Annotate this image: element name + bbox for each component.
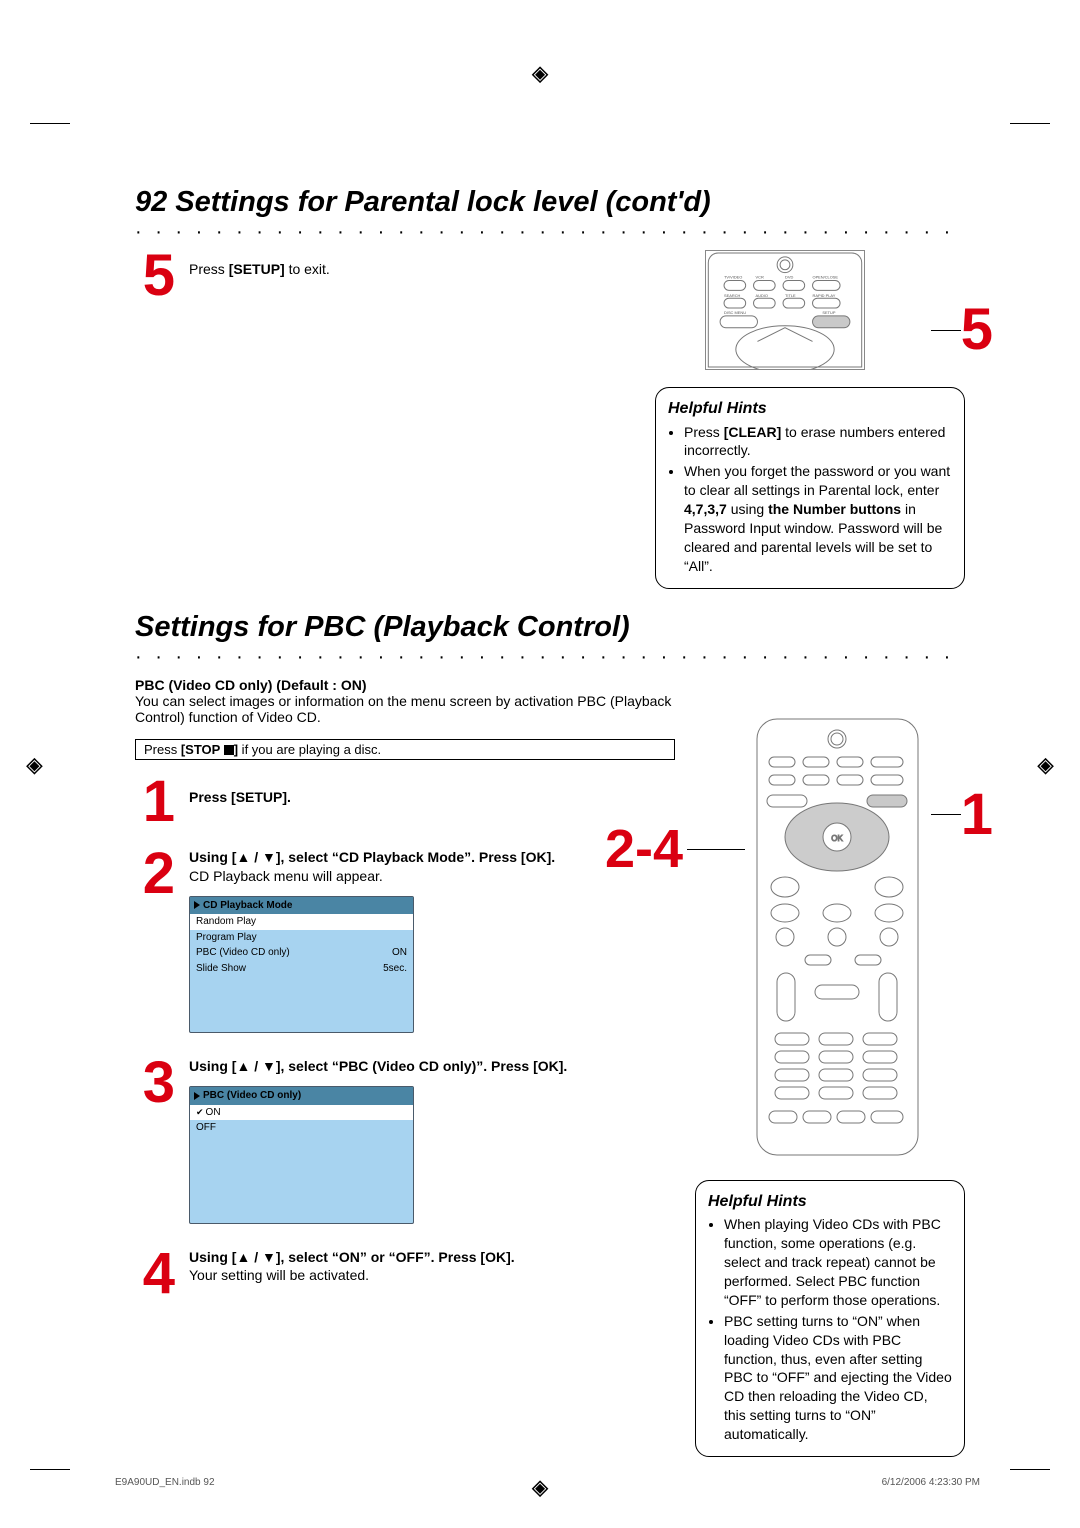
- step-number: 2: [135, 848, 175, 900]
- dotted-rule: · · · · · · · · · · · · · · · · · · · · …: [135, 646, 965, 669]
- footer-left: E9A90UD_EN.indb 92: [115, 1477, 215, 1488]
- step-5: 5 Press [SETUP] to exit.: [135, 250, 635, 302]
- step-2: 2 Using [▲ / ▼], select “CD Playback Mod…: [135, 848, 675, 1033]
- remote-callout-2-4: 2-4: [605, 825, 683, 874]
- note-press-stop: Press [STOP ] if you are playing a disc.: [135, 739, 675, 760]
- step-number: 5: [135, 250, 175, 302]
- step-number: 3: [135, 1057, 175, 1109]
- step-3: 3 Using [▲ / ▼], select “PBC (Video CD o…: [135, 1057, 675, 1223]
- helpful-hints-box-1: Helpful Hints Press [CLEAR] to erase num…: [655, 387, 965, 589]
- remote-callout-5: 5: [961, 304, 993, 356]
- remote-callout-1: 1: [961, 789, 993, 841]
- svg-text:DISC MENU: DISC MENU: [724, 310, 746, 315]
- helpful-hint-item: When you forget the password or you want…: [684, 462, 952, 575]
- svg-text:OK: OK: [831, 834, 843, 843]
- helpful-hint-item: Press [CLEAR] to erase numbers entered i…: [684, 423, 952, 461]
- step-number: 1: [135, 776, 175, 828]
- step-text: CD Playback menu will appear.: [189, 868, 383, 884]
- triangle-icon: [194, 901, 200, 909]
- helpful-hint-item: When playing Video CDs with PBC function…: [724, 1215, 952, 1309]
- osd-row: Program Play: [190, 930, 413, 946]
- svg-text:SETUP: SETUP: [822, 310, 835, 315]
- crop-mark: [1010, 1469, 1050, 1470]
- svg-text:AUDIO: AUDIO: [756, 293, 768, 298]
- osd-cd-playback-mode: CD Playback Mode Random Play Program Pla…: [189, 896, 414, 1034]
- step-text: Press [SETUP].: [189, 789, 291, 805]
- osd-row: Random Play: [190, 914, 413, 930]
- crop-mark: [30, 1469, 70, 1470]
- step-1: 1 Press [SETUP].: [135, 776, 675, 828]
- stop-icon: [224, 745, 234, 755]
- svg-text:TV/VIDEO: TV/VIDEO: [724, 275, 742, 280]
- svg-text:DVD: DVD: [785, 275, 793, 280]
- step-4: 4 Using [▲ / ▼], select “ON” or “OFF”. P…: [135, 1248, 675, 1300]
- helpful-hint-item: PBC setting turns to “ON” when loading V…: [724, 1312, 952, 1444]
- helpful-hints-box-2: Helpful Hints When playing Video CDs wit…: [695, 1180, 965, 1457]
- svg-text:RAPID PLAY: RAPID PLAY: [813, 293, 836, 298]
- footer-right: 6/12/2006 4:23:30 PM: [882, 1477, 980, 1488]
- helpful-hints-title: Helpful Hints: [708, 1191, 952, 1213]
- svg-text:VCR: VCR: [756, 275, 764, 280]
- registration-mark-right: ◈: [1037, 748, 1054, 781]
- osd-row: ON: [190, 1105, 413, 1121]
- dotted-rule: · · · · · · · · · · · · · · · · · · · · …: [135, 221, 965, 244]
- remote-illustration-top: TV/VIDEO VCR DVD OPEN/CLOSE SEARCH AUDIO…: [705, 250, 865, 370]
- svg-text:TITLE: TITLE: [785, 293, 796, 298]
- helpful-hints-title: Helpful Hints: [668, 398, 952, 420]
- triangle-icon: [194, 1092, 200, 1100]
- osd-row: Slide Show5sec.: [190, 961, 413, 977]
- step-number: 4: [135, 1248, 175, 1300]
- step-bold: [SETUP]: [229, 261, 285, 277]
- osd-row: PBC (Video CD only)ON: [190, 945, 413, 961]
- step-text: Using [▲ / ▼], select “CD Playback Mode”…: [189, 849, 555, 865]
- crop-mark: [30, 123, 70, 124]
- section-title-1: Settings for Parental lock level (cont'd…: [175, 186, 710, 219]
- section-title-2: Settings for PBC (Playback Control): [135, 611, 965, 644]
- crop-mark: [1010, 123, 1050, 124]
- subsection-heading: PBC (Video CD only) (Default : ON) You c…: [135, 677, 675, 725]
- step-text: Your setting will be activated.: [189, 1267, 369, 1283]
- section-header-1: 92 Settings for Parental lock level (con…: [135, 186, 965, 219]
- registration-mark-top: ◈: [532, 56, 549, 89]
- page-number: 92: [135, 186, 167, 219]
- step-text: Using [▲ / ▼], select “ON” or “OFF”. Pre…: [189, 1249, 515, 1265]
- registration-mark-left: ◈: [26, 748, 43, 781]
- step-text: to exit.: [285, 261, 330, 277]
- osd-pbc-vcd: PBC (Video CD only) ON OFF: [189, 1086, 414, 1224]
- page-footer: E9A90UD_EN.indb 92 6/12/2006 4:23:30 PM: [115, 1477, 980, 1488]
- svg-text:OPEN/CLOSE: OPEN/CLOSE: [813, 275, 839, 280]
- osd-row: OFF: [190, 1120, 413, 1136]
- remote-illustration-full: OK: [755, 717, 920, 1157]
- step-text: Press: [189, 261, 229, 277]
- svg-text:SEARCH: SEARCH: [724, 293, 741, 298]
- step-text: Using [▲ / ▼], select “PBC (Video CD onl…: [189, 1058, 567, 1074]
